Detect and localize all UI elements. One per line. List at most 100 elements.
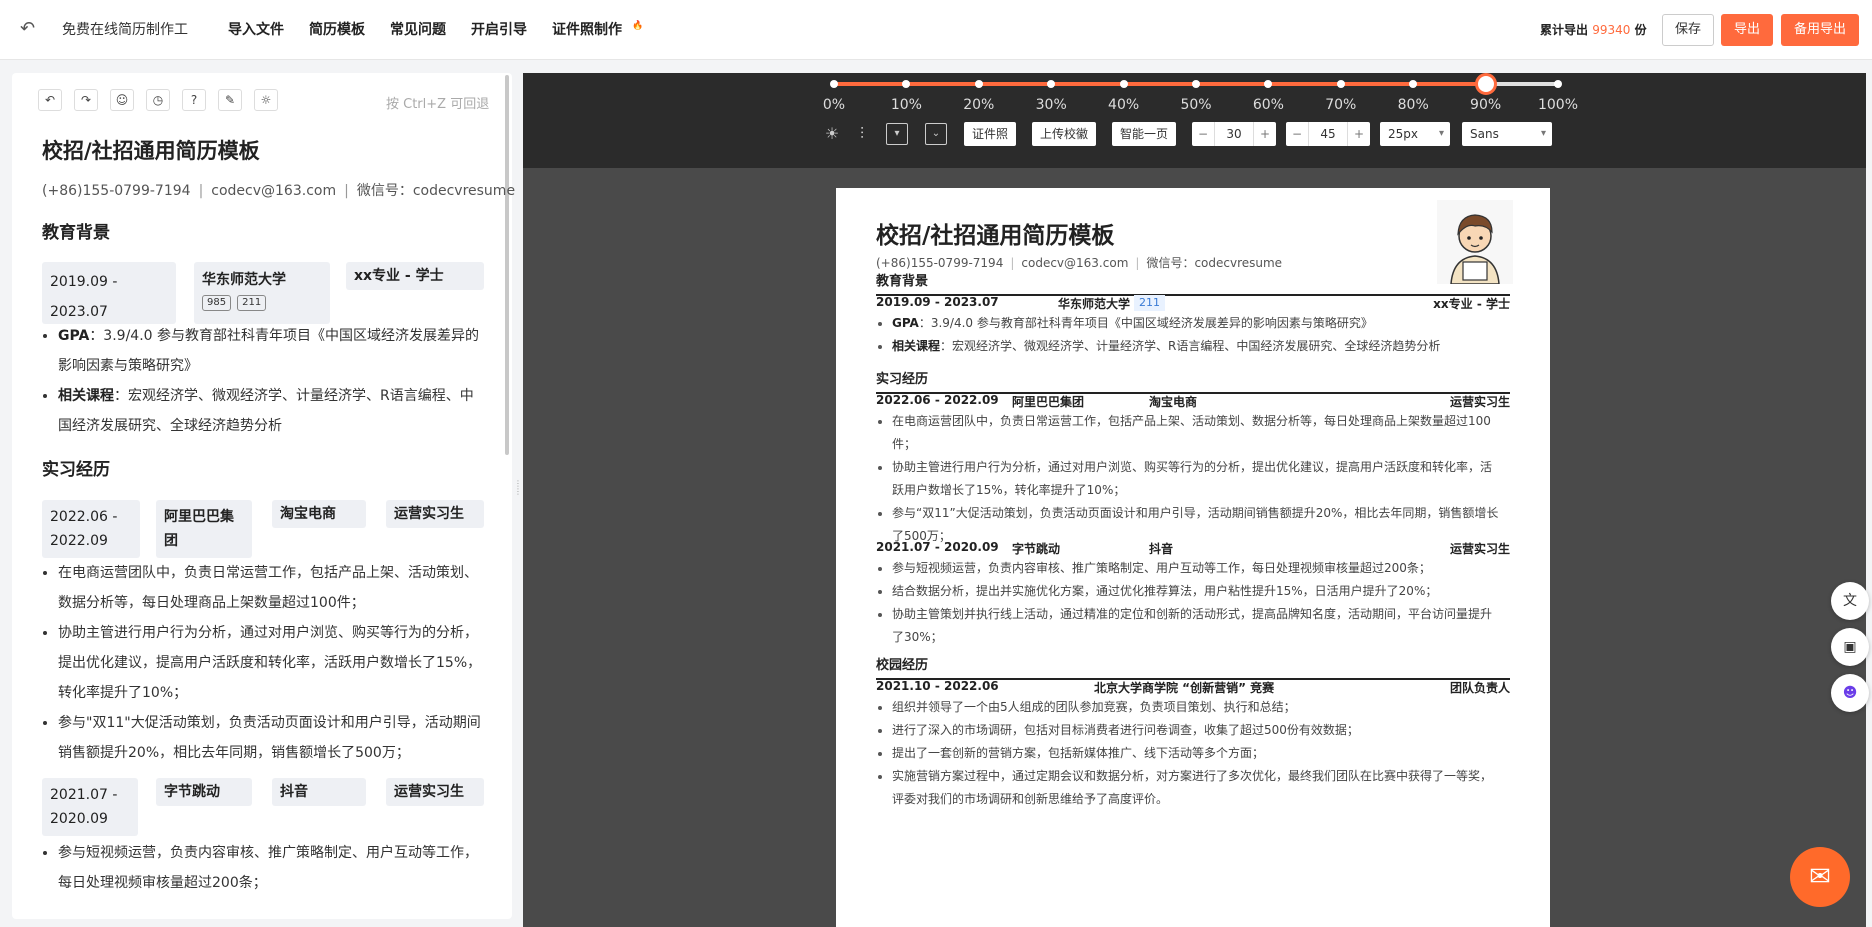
split-drag-handle[interactable]: ⋮ ⋮ [514,480,522,510]
editor-job2-dept[interactable]: 抖音 [272,778,366,806]
editor-intern-heading[interactable]: 实习经历 [42,455,110,480]
resume-campus-org: 北京大学商学院 “创新营销” 竞赛 [1094,681,1275,695]
zoom-tick[interactable] [974,80,983,88]
main-nav: 导入文件 简历模板 常见问题 开启引导 证件照制作 🔥 [228,19,643,39]
undo-hint: 按 Ctrl+Z 可回退 [386,97,490,112]
bulb-icon[interactable]: ☀ [820,122,844,146]
sun-icon[interactable]: ☼ [254,89,278,111]
dropdown-box-icon[interactable]: ⌄ [925,123,947,145]
sliders-icon[interactable]: ⫶ [850,122,874,146]
editor-scrollbar[interactable] [505,75,509,455]
resume-tag-211: 211 [1134,295,1166,311]
editor-edu-school[interactable]: 华东师范大学 985 211 [194,262,330,324]
editor-job1-dept[interactable]: 淘宝电商 [272,500,366,528]
editor-email: codecv@163.com [211,183,337,199]
nav-import[interactable]: 导入文件 [228,19,284,39]
editor-job1-role[interactable]: 运营实习生 [386,500,484,528]
spacing-value[interactable]: 30 [1214,122,1254,146]
pen-icon[interactable]: ✎ [218,89,242,111]
editor-edu-date[interactable]: 2019.09 - 2023.07 [42,262,176,324]
save-button[interactable]: 保存 [1662,14,1714,46]
resume-job2-company: 字节跳动 [1012,542,1061,556]
nav-guide[interactable]: 开启引导 [471,19,527,39]
editor-job2-role[interactable]: 运营实习生 [386,778,484,806]
zoom-tick[interactable] [1336,80,1345,88]
resume-job1-bullets: 在电商运营团队中，负责日常运营工作，包括产品上架、活动策划、数据分析等，每日处理… [876,410,1500,548]
list-item: 协助主管进行用户行为分析，通过对用户浏览、购买等行为的分析，提出优化建议，提高用… [892,456,1500,502]
clock-icon[interactable]: ◷ [146,89,170,111]
zoom-tick[interactable] [830,80,838,88]
zoom-tick-label: 0% [822,97,846,113]
translate-icon[interactable]: 文 [1831,582,1869,620]
line-size-select[interactable]: 25px ▾ [1380,122,1450,146]
editor-job1-bullets[interactable]: 在电商运营团队中，负责日常运营工作，包括产品上架、活动策划、数据分析等，每日处理… [42,558,482,768]
editor-job1-company[interactable]: 阿里巴巴集团 [156,500,252,558]
resume-job2-row: 2021.07 - 2020.09 字节跳动 抖音 运营实习生 [876,540,1510,558]
back-icon[interactable]: ↶ [20,18,42,40]
margin-value[interactable]: 45 [1308,122,1348,146]
editor-title[interactable]: 校招/社招通用简历模板 [42,135,260,165]
list-item: 结合数据分析，提出并实施优化方案，通过优化推荐算法，用户粘性提升15%，日活用户… [892,580,1500,603]
editor-job2-date[interactable]: 2021.07 - 2020.09 [42,778,138,836]
checkbox-icon[interactable]: ▾ [886,123,908,145]
zoom-tick[interactable] [1192,80,1200,88]
upload-badge-button[interactable]: 上传校徽 [1032,122,1096,146]
zoom-tick[interactable] [1119,80,1128,88]
editor-job2-company[interactable]: 字节跳动 [156,778,252,806]
redo-icon[interactable]: ↷ [74,89,98,111]
top-bar: ↶ 免费在线简历制作工 导入文件 简历模板 常见问题 开启引导 证件照制作 🔥 累… [0,0,1872,60]
zoom-tick[interactable] [1554,80,1562,88]
font-select[interactable]: Sans ▾ [1462,122,1552,146]
resume-edu-row: 2019.09 - 2023.07 华东师范大学985211 xx专业 - 学士 [876,295,1510,313]
resume-contact: (+86)155-0799-7194 | codecv@163.com | 微信号：co… [876,256,1283,270]
id-photo-button[interactable]: 证件照 [964,122,1016,146]
chevron-down-icon: ▾ [1438,128,1444,139]
book-icon[interactable]: ▣ [1831,628,1869,666]
font-value: Sans [1470,127,1499,141]
spacing-stepper[interactable]: −30 + [1192,122,1276,146]
resume-job1-role: 运营实习生 [1449,395,1510,409]
smart-one-page-button[interactable]: 智能一页 [1112,122,1176,146]
zoom-slider[interactable] [830,73,1562,95]
editor-job1-date[interactable]: 2022.06 - 2022.09 [42,500,140,558]
zoom-slider-knob[interactable] [1474,73,1497,95]
list-item: 在电商运营团队中，负责日常运营工作，包括产品上架、活动策划、数据分析等，每日处理… [892,410,1500,456]
editor-wechat: 微信号：codecvresume [356,183,516,199]
help-icon[interactable]: ? [182,89,206,111]
nav-faq[interactable]: 常见问题 [390,19,446,39]
line-size-value: 25px [1388,127,1418,141]
resume-job1-row: 2022.06 - 2022.09 阿里巴巴集团 淘宝电商 运营实习生 [876,393,1510,411]
backup-export-button[interactable]: 备用导出 [1781,14,1859,46]
resume-edu-major: xx专业 - 学士 [1433,297,1510,311]
margin-increment[interactable]: + [1348,122,1370,146]
editor-tag-985: 985 [202,295,232,311]
spacing-increment[interactable]: + [1254,122,1276,146]
export-counter-value: 99340 [1592,23,1631,37]
nav-id-photo[interactable]: 证件照制作 🔥 [552,19,643,39]
export-button[interactable]: 导出 [1721,14,1773,46]
margin-decrement[interactable]: − [1286,122,1308,146]
editor-phone: (+86)155-0799-7194 [42,183,191,199]
nav-templates[interactable]: 简历模板 [309,19,365,39]
emoji-icon[interactable]: ☺ [110,89,134,111]
editor-contact[interactable]: (+86)155-0799-7194 | codecv@163.com | 微信号：co… [42,180,515,200]
list-item: 相关课程：宏观经济学、微观经济学、计量经济学、R语言编程、中国经济发展研究、全球… [58,381,482,441]
list-item: 协助主管策划并执行线上活动，通过精准的定位和创新的活动形式，提高品牌知名度，活动… [892,603,1500,649]
list-item: GPA：3.9/4.0 参与教育部社科青年项目《中国区域经济发展差异的影响因素与… [892,312,1500,335]
resume-campus-row: 2021.10 - 2022.06 北京大学商学院 “创新营销” 竞赛 团队负责… [876,679,1510,697]
editor-edu-major[interactable]: xx专业 - 学士 [346,262,484,290]
editor-edu-heading[interactable]: 教育背景 [42,218,110,243]
resume-campus-date: 2021.10 - 2022.06 [876,679,999,693]
app-title: 免费在线简历制作工 [62,22,188,38]
robot-icon[interactable]: ☻ [1831,674,1869,712]
editor-edu-bullets[interactable]: GPA：3.9/4.0 参与教育部社科青年项目《中国区域经济发展差异的影响因素与… [42,321,482,441]
spacing-decrement[interactable]: − [1192,122,1214,146]
margin-stepper[interactable]: −45 + [1286,122,1370,146]
resume-campus-bullets: 组织并领导了一个由5人组成的团队参加竞赛，负责项目策划、执行和总结； 进行了深入… [876,696,1500,811]
undo-icon[interactable]: ↶ [38,89,62,111]
editor-job2-bullets[interactable]: 参与短视频运营，负责内容审核、推广策略制定、用户互动等工作，每日处理视频审核量超… [42,838,482,898]
resume-job2-dept: 抖音 [1149,542,1174,556]
list-item: 在电商运营团队中，负责日常运营工作，包括产品上架、活动策划、数据分析等，每日处理… [58,558,482,618]
nav-id-photo-label: 证件照制作 [552,22,622,38]
chat-icon[interactable]: ✉ [1790,847,1850,907]
